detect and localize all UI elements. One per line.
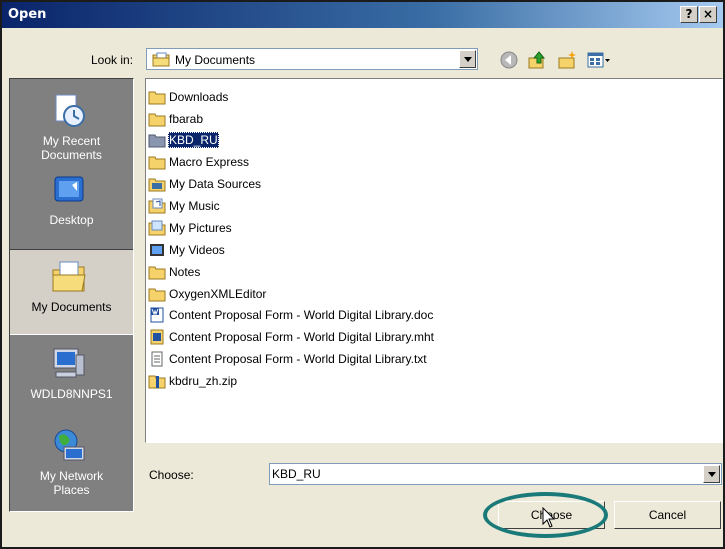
list-item[interactable]: kbdru_zh.zip xyxy=(148,371,238,391)
new-folder-icon[interactable] xyxy=(557,50,577,70)
look-in-value: My Documents xyxy=(175,53,256,67)
place-my-network-places[interactable]: My Network Places xyxy=(10,419,133,505)
place-label: My Network Places xyxy=(39,469,104,497)
title-bar[interactable]: Open ? × xyxy=(2,2,723,28)
place-label: My Documents xyxy=(31,300,112,314)
place-desktop[interactable]: Desktop xyxy=(10,163,133,249)
list-item[interactable]: Notes xyxy=(148,262,201,282)
list-item[interactable]: OxygenXMLEditor xyxy=(148,284,267,304)
place-my-recent-documents[interactable]: My Recent Documents xyxy=(10,84,133,170)
desktop-icon xyxy=(54,176,84,202)
folder-icon xyxy=(148,156,166,170)
list-item[interactable]: fbarab xyxy=(148,109,204,129)
list-item[interactable]: My Music xyxy=(148,196,221,216)
choose-dropdown-arrow[interactable] xyxy=(703,465,720,483)
text-file-icon xyxy=(151,351,163,367)
mouse-cursor-icon xyxy=(542,507,556,528)
close-button[interactable]: × xyxy=(699,6,717,23)
place-label: Desktop xyxy=(49,213,94,227)
my-computer-icon xyxy=(53,348,85,378)
look-in-dropdown[interactable]: My Documents xyxy=(146,48,478,70)
folder-icon xyxy=(148,266,166,280)
look-in-label: Look in: xyxy=(91,53,134,67)
list-item[interactable]: My Data Sources xyxy=(148,174,262,194)
place-my-documents[interactable]: My Documents xyxy=(10,249,133,335)
list-item[interactable]: Macro Express xyxy=(148,152,250,172)
dialog-title: Open xyxy=(8,7,47,22)
list-item[interactable]: My Pictures xyxy=(148,218,233,238)
list-item[interactable]: Downloads xyxy=(148,87,229,107)
data-sources-icon xyxy=(148,178,166,192)
mht-file-icon xyxy=(150,329,164,345)
cancel-button[interactable]: Cancel xyxy=(614,501,721,529)
my-documents-icon xyxy=(52,261,86,292)
music-folder-icon xyxy=(148,198,166,214)
place-label: My Recent Documents xyxy=(41,134,102,162)
folder-icon xyxy=(148,288,166,302)
zip-file-icon xyxy=(148,375,166,389)
choose-label: Choose: xyxy=(149,468,194,482)
choose-input[interactable]: KBD_RU xyxy=(269,463,722,485)
place-label: WDLD8NNPS1 xyxy=(30,387,113,401)
choose-value: KBD_RU xyxy=(272,467,321,481)
word-doc-icon xyxy=(150,307,164,323)
list-item[interactable]: My Videos xyxy=(148,240,226,260)
network-places-icon xyxy=(54,429,85,461)
place-my-computer[interactable]: WDLD8NNPS1 xyxy=(10,337,133,423)
view-menu-icon[interactable] xyxy=(586,50,612,70)
list-item-selected[interactable]: KBD_RU xyxy=(148,130,219,150)
open-dialog: Open ? × Look in: My Documents My Recent… xyxy=(0,0,725,549)
places-bar: My RecentDocuments Desktop My Documents xyxy=(9,78,134,512)
help-button[interactable]: ? xyxy=(680,6,698,23)
look-in-dropdown-arrow[interactable] xyxy=(459,50,476,68)
up-folder-icon[interactable] xyxy=(527,50,547,70)
list-item[interactable]: Content Proposal Form - World Digital Li… xyxy=(148,305,434,325)
back-icon[interactable] xyxy=(499,50,519,70)
list-item[interactable]: Content Proposal Form - World Digital Li… xyxy=(148,327,435,347)
list-item[interactable]: Content Proposal Form - World Digital Li… xyxy=(148,349,428,369)
file-list[interactable]: Downloads fbarab KBD_RU Macro Express My… xyxy=(145,78,723,443)
pictures-folder-icon xyxy=(148,220,166,236)
recent-documents-icon xyxy=(55,94,85,127)
my-documents-small-icon xyxy=(152,52,170,67)
folder-icon xyxy=(148,113,166,127)
videos-folder-icon xyxy=(150,244,164,256)
folder-icon xyxy=(148,91,166,105)
folder-icon xyxy=(148,134,166,148)
